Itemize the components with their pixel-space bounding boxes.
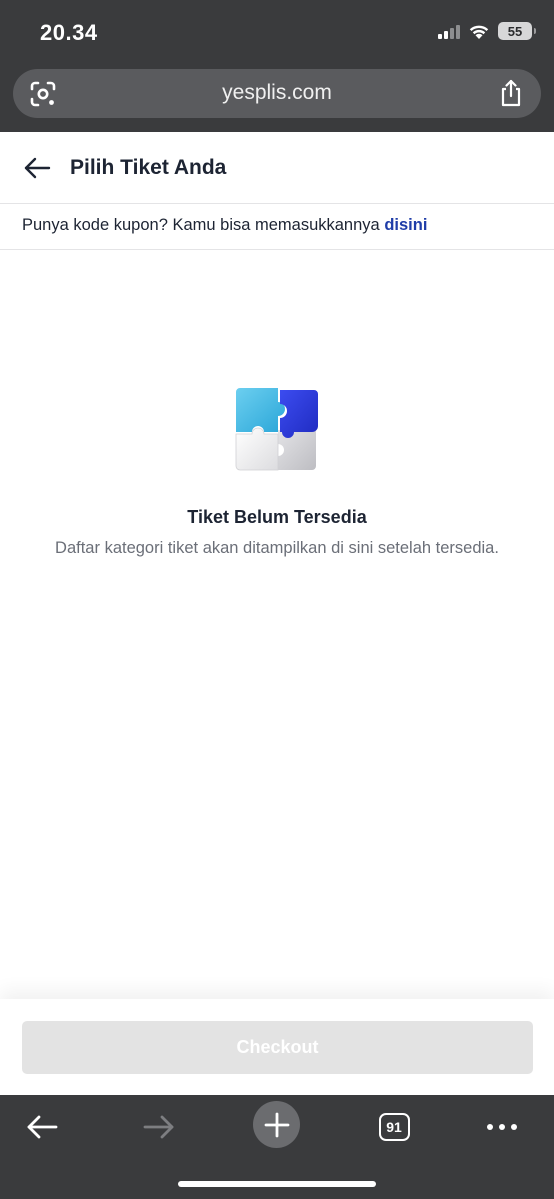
browser-back-button[interactable] xyxy=(20,1105,64,1149)
coupon-prompt-text: Punya kode kupon? Kamu bisa memasukkanny… xyxy=(22,216,385,234)
checkout-footer: Checkout xyxy=(0,999,554,1095)
home-indicator[interactable] xyxy=(178,1181,376,1187)
tabs-button[interactable]: 91 xyxy=(372,1105,416,1149)
status-icons: 55 xyxy=(438,22,536,40)
battery-icon: 55 xyxy=(498,22,536,40)
status-time: 20.34 xyxy=(40,20,98,45)
page-title: Pilih Tiket Anda xyxy=(70,156,227,179)
tab-count-icon: 91 xyxy=(378,1113,410,1141)
browser-forward-icon xyxy=(143,1115,174,1139)
url-text[interactable]: yesplis.com xyxy=(13,81,541,105)
url-bar[interactable]: yesplis.com xyxy=(13,69,541,118)
back-arrow-icon[interactable] xyxy=(22,154,52,182)
empty-state-description: Daftar kategori tiket akan ditampilkan d… xyxy=(55,539,499,557)
coupon-link[interactable]: disini xyxy=(384,216,427,234)
puzzle-illustration-icon xyxy=(235,388,318,471)
more-menu-button[interactable] xyxy=(480,1105,524,1149)
new-tab-button[interactable] xyxy=(253,1101,300,1148)
empty-state-title: Tiket Belum Tersedia xyxy=(187,507,367,527)
coupon-prompt: Punya kode kupon? Kamu bisa memasukkanny… xyxy=(0,205,554,250)
wifi-icon xyxy=(469,25,489,39)
page: 20.34 55 yesplis.com Pilih Tiket Anda Pu… xyxy=(0,0,554,1199)
browser-top-chrome: 20.34 55 yesplis.com xyxy=(0,0,554,132)
browser-forward-button[interactable] xyxy=(137,1105,181,1149)
plus-icon xyxy=(264,1112,289,1137)
page-header: Pilih Tiket Anda xyxy=(0,132,554,204)
checkout-button[interactable]: Checkout xyxy=(22,1021,533,1074)
share-icon[interactable] xyxy=(497,78,525,108)
more-dots-icon xyxy=(487,1124,517,1130)
cellular-signal-icon xyxy=(438,23,460,39)
browser-back-icon xyxy=(27,1115,58,1139)
